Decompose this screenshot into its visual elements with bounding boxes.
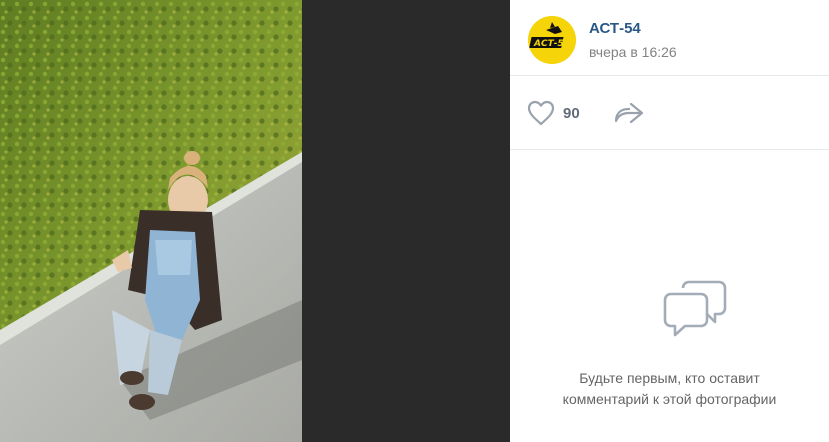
post-photo[interactable] (0, 0, 302, 442)
author-name-link[interactable]: АСТ-54 (589, 20, 641, 37)
empty-comments-line2: комментарий к этой фотографии (562, 391, 777, 407)
photo-area[interactable] (0, 0, 510, 442)
like-button[interactable]: 90 (527, 100, 580, 126)
post-author-block: АСТ-54 АСТ-54 вчера в 16:26 (510, 0, 829, 76)
photo-image (0, 0, 302, 442)
speech-bubbles-icon (663, 280, 727, 343)
photo-viewer: АСТ-54 АСТ-54 вчера в 16:26 90 Будьте пе… (0, 0, 829, 442)
empty-comments-line1: Будьте первым, кто оставит (579, 370, 760, 386)
share-arrow-icon (614, 102, 644, 124)
post-actions: 90 (510, 76, 829, 150)
like-count: 90 (563, 104, 580, 122)
avatar-logo-icon: АСТ-54 (528, 16, 576, 64)
post-timestamp[interactable]: вчера в 16:26 (589, 44, 677, 60)
share-button[interactable] (613, 100, 645, 126)
empty-comments-text: Будьте первым, кто оставит комментарий к… (510, 368, 829, 410)
avatar-logo-text: АСТ-54 (533, 39, 570, 49)
heart-icon (527, 100, 555, 126)
side-panel: АСТ-54 АСТ-54 вчера в 16:26 90 Будьте пе… (510, 0, 829, 442)
author-avatar[interactable]: АСТ-54 (528, 16, 576, 64)
comments-empty-state: Будьте первым, кто оставит комментарий к… (510, 150, 829, 442)
